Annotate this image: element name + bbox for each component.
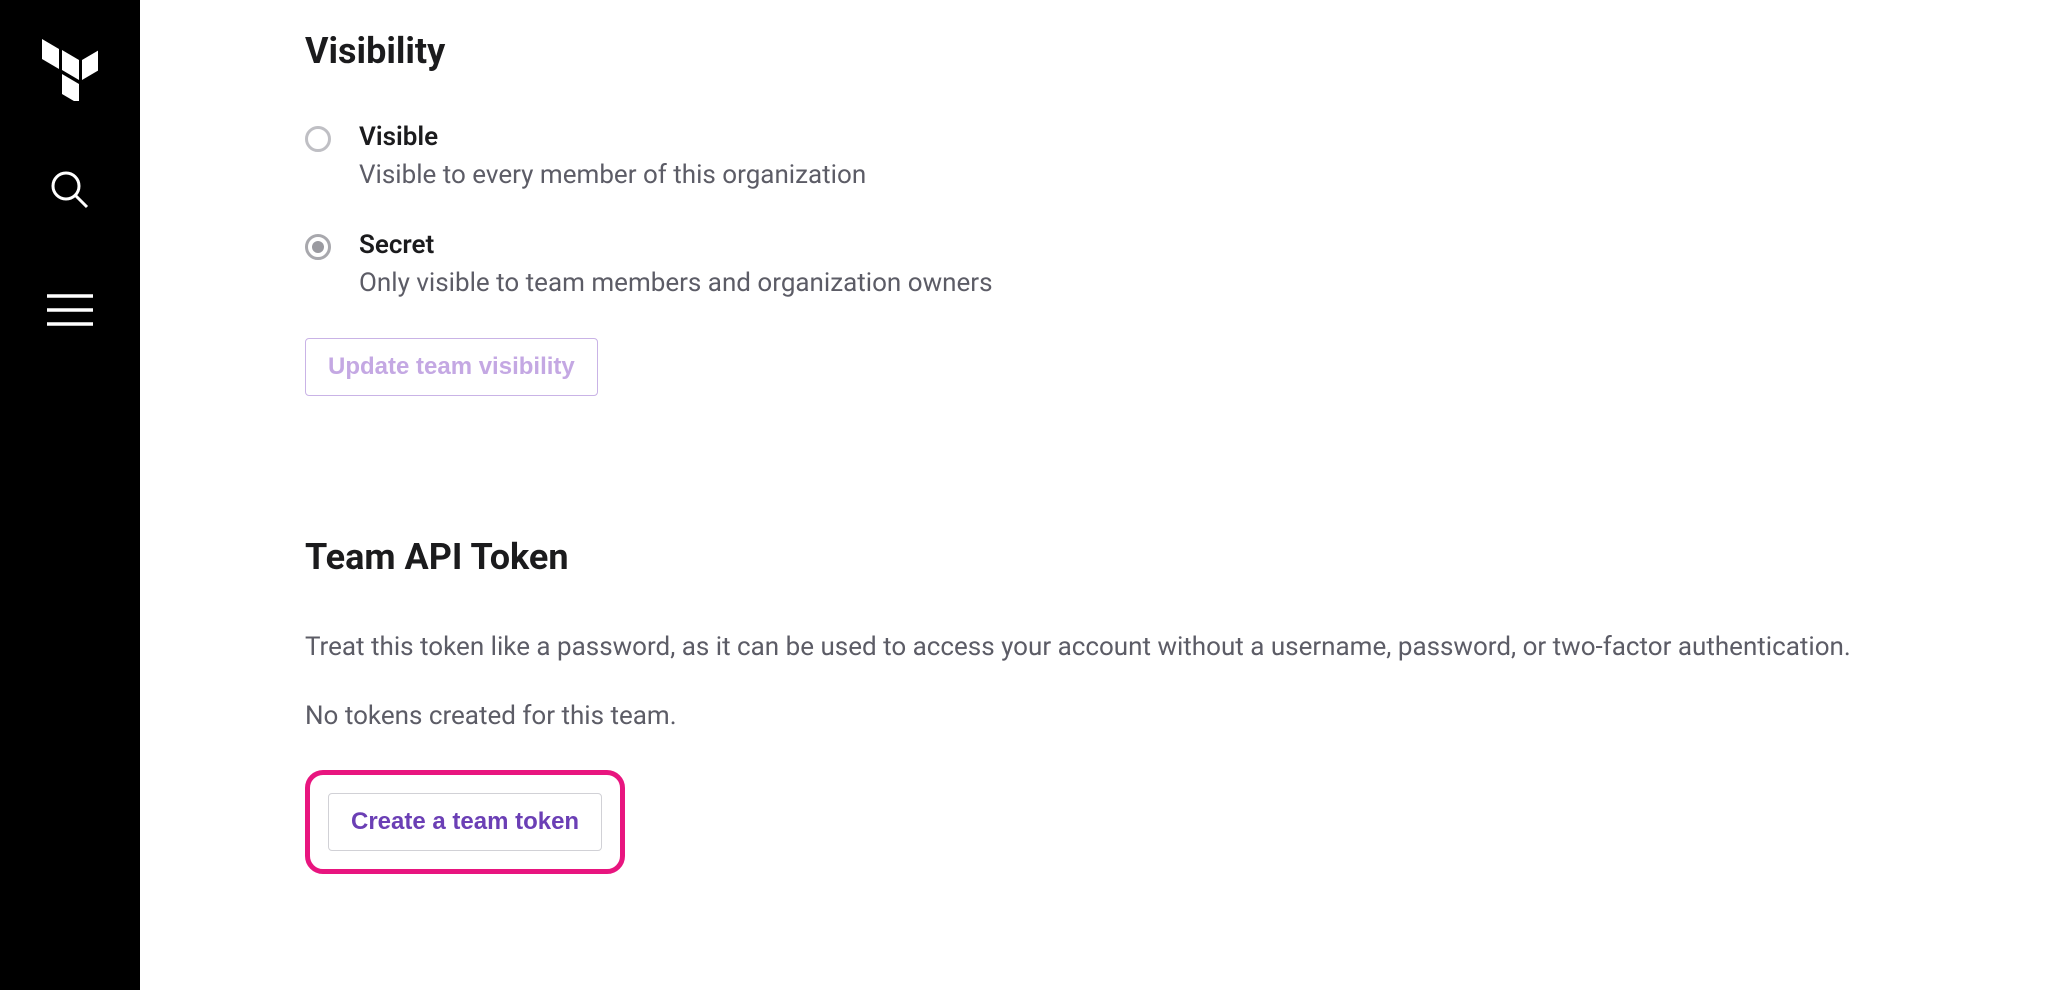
token-description: Treat this token like a password, as it … (305, 628, 1885, 667)
radio-content-secret: Secret Only visible to team members and … (359, 230, 992, 298)
radio-circle-secret[interactable] (305, 234, 331, 260)
token-section: Team API Token Treat this token like a p… (305, 536, 2048, 874)
menu-icon[interactable] (40, 280, 100, 340)
search-icon[interactable] (40, 160, 100, 220)
radio-content-visible: Visible Visible to every member of this … (359, 122, 866, 190)
radio-label-secret: Secret (359, 230, 992, 260)
visibility-radio-group: Visible Visible to every member of this … (305, 122, 2048, 298)
update-visibility-button[interactable]: Update team visibility (305, 338, 598, 396)
visibility-heading: Visibility (305, 30, 2048, 72)
radio-label-visible: Visible (359, 122, 866, 152)
radio-option-secret[interactable]: Secret Only visible to team members and … (305, 230, 2048, 298)
token-heading: Team API Token (305, 536, 2048, 578)
radio-option-visible[interactable]: Visible Visible to every member of this … (305, 122, 2048, 190)
sidebar (0, 0, 140, 990)
create-token-highlight: Create a team token (305, 770, 625, 874)
radio-description-visible: Visible to every member of this organiza… (359, 160, 866, 190)
visibility-section: Visibility Visible Visible to every memb… (305, 30, 2048, 396)
main-content: Visibility Visible Visible to every memb… (140, 0, 2048, 990)
radio-description-secret: Only visible to team members and organiz… (359, 268, 992, 298)
create-token-button[interactable]: Create a team token (328, 793, 602, 851)
terraform-logo[interactable] (40, 40, 100, 100)
token-status: No tokens created for this team. (305, 697, 1885, 736)
radio-circle-visible[interactable] (305, 126, 331, 152)
